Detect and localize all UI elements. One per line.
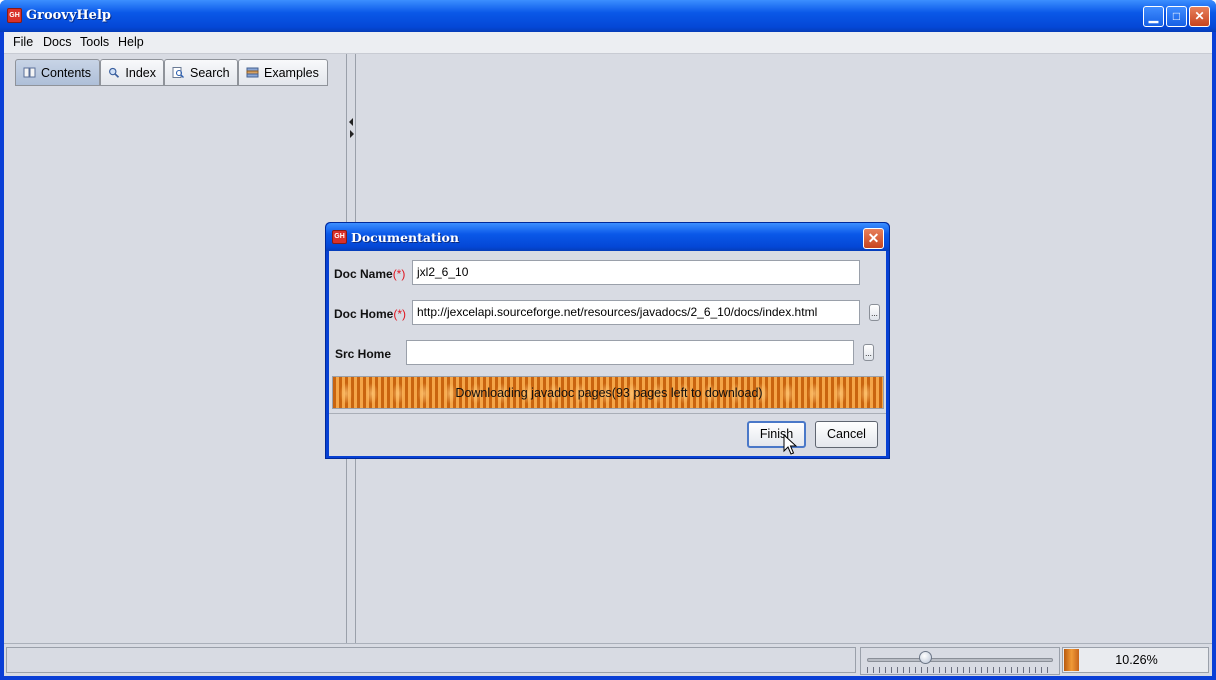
examples-icon bbox=[246, 67, 259, 78]
maximize-icon: □ bbox=[1172, 9, 1181, 23]
dialog-separator bbox=[329, 413, 886, 414]
app-icon: GH bbox=[332, 230, 347, 244]
src-home-field[interactable] bbox=[406, 340, 854, 365]
status-text bbox=[6, 647, 856, 673]
dialog-title: Documentation bbox=[351, 230, 459, 245]
expand-right-icon[interactable] bbox=[350, 130, 354, 138]
slider-track bbox=[867, 658, 1053, 662]
menu-help[interactable]: Help bbox=[118, 35, 144, 49]
book-icon bbox=[23, 67, 36, 78]
menu-docs[interactable]: Docs bbox=[43, 35, 71, 49]
mouse-cursor-icon bbox=[783, 434, 797, 455]
dialog-titlebar[interactable]: GH Documentation ✕ bbox=[326, 223, 889, 251]
doc-home-label: Doc Home(*) bbox=[334, 307, 407, 321]
zoom-slider[interactable] bbox=[860, 647, 1060, 675]
tab-label: Index bbox=[125, 65, 156, 80]
menu-file[interactable]: File bbox=[13, 35, 33, 49]
collapse-left-icon[interactable] bbox=[349, 118, 353, 126]
tab-contents[interactable]: Contents bbox=[15, 59, 100, 86]
tab-search[interactable]: Search bbox=[164, 59, 238, 86]
doc-home-browse-button[interactable]: ... bbox=[869, 304, 880, 321]
minimize-button[interactable]: ▁ bbox=[1143, 6, 1164, 27]
app-icon: GH bbox=[7, 8, 22, 23]
src-home-browse-button[interactable]: ... bbox=[863, 344, 874, 361]
menu-bar: File Docs Tools Help bbox=[4, 32, 1212, 54]
tab-examples[interactable]: Examples bbox=[238, 59, 328, 86]
maximize-button[interactable]: □ bbox=[1166, 6, 1187, 27]
close-button[interactable]: ✕ bbox=[1189, 6, 1210, 27]
overall-progress-bar: 10.26% bbox=[1062, 647, 1209, 673]
required-mark: (*) bbox=[392, 267, 406, 281]
download-progress-text: Downloading javadoc pages(93 pages left … bbox=[455, 386, 763, 400]
window-titlebar[interactable]: GH GroovyHelp ▁ □ ✕ bbox=[0, 0, 1216, 32]
minimize-icon: ▁ bbox=[1148, 9, 1159, 23]
tab-index[interactable]: Index bbox=[100, 59, 164, 86]
slider-ticks bbox=[867, 667, 1053, 673]
status-bar: 10.26% bbox=[4, 643, 1212, 676]
dialog-body: Doc Name(*) jxl2_6_10 Doc Home(*) http:/… bbox=[329, 251, 886, 456]
doc-home-field[interactable]: http://jexcelapi.sourceforge.net/resourc… bbox=[412, 300, 860, 325]
doc-name-label: Doc Name(*) bbox=[334, 267, 406, 281]
download-progress-bar: Downloading javadoc pages(93 pages left … bbox=[332, 376, 884, 409]
window-title: GroovyHelp bbox=[26, 8, 111, 23]
magnifier-icon bbox=[109, 67, 120, 78]
close-icon: ✕ bbox=[1194, 9, 1205, 23]
tab-label: Examples bbox=[264, 65, 319, 80]
menu-tools[interactable]: Tools bbox=[80, 35, 109, 49]
close-icon: ✕ bbox=[867, 230, 880, 246]
tab-label: Search bbox=[190, 65, 230, 80]
documentation-dialog: GH Documentation ✕ Doc Name(*) jxl2_6_10… bbox=[325, 222, 890, 459]
slider-thumb[interactable] bbox=[919, 651, 932, 664]
dialog-close-button[interactable]: ✕ bbox=[863, 228, 884, 249]
required-mark: (*) bbox=[393, 307, 407, 321]
tab-label: Contents bbox=[41, 65, 92, 80]
doc-name-field[interactable]: jxl2_6_10 bbox=[412, 260, 860, 285]
src-home-label: Src Home bbox=[335, 347, 392, 361]
progress-percent: 10.26% bbox=[1115, 653, 1158, 667]
search-doc-icon bbox=[172, 67, 184, 78]
contents-panel bbox=[4, 87, 345, 643]
finish-button[interactable]: Finish bbox=[747, 421, 806, 448]
cancel-button[interactable]: Cancel bbox=[815, 421, 878, 448]
